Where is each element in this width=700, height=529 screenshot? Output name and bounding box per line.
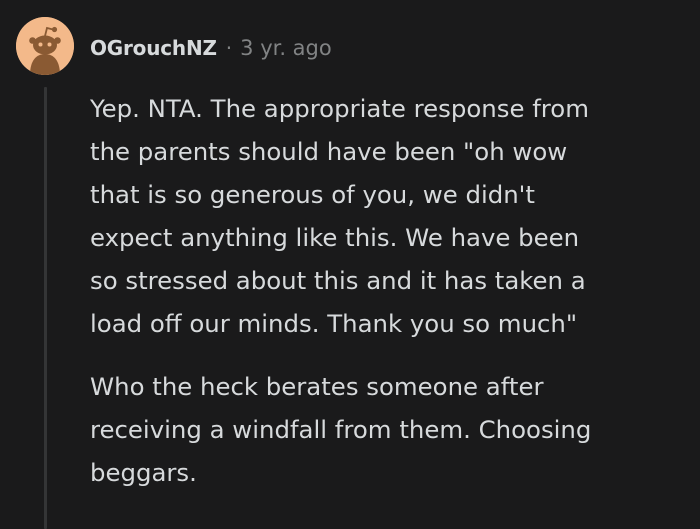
comment: OGrouchNZ · 3 yr. ago Yep. NTA. The appr… bbox=[0, 0, 700, 529]
comment-line: Yep. NTA. The appropriate response from bbox=[90, 94, 589, 123]
comment-paragraph: Who the heck berates someone after recei… bbox=[90, 365, 690, 494]
comment-line: so stressed about this and it has taken … bbox=[90, 266, 586, 295]
comment-line: the parents should have been "oh wow bbox=[90, 137, 568, 166]
meta-separator: · bbox=[225, 36, 233, 60]
comment-line: that is so generous of you, we didn't bbox=[90, 180, 535, 209]
thread-collapse-line[interactable] bbox=[44, 87, 47, 529]
user-avatar[interactable] bbox=[16, 17, 74, 75]
comment-line: expect anything like this. We have been bbox=[90, 223, 580, 252]
comment-paragraph: Yep. NTA. The appropriate response from … bbox=[90, 87, 690, 345]
snoo-avatar-icon bbox=[16, 17, 74, 75]
timestamp-link[interactable]: 3 yr. ago bbox=[240, 36, 332, 60]
comment-meta: OGrouchNZ · 3 yr. ago bbox=[90, 33, 332, 63]
comment-line: receiving a windfall from them. Choosing bbox=[90, 415, 592, 444]
comment-body: Yep. NTA. The appropriate response from … bbox=[90, 87, 690, 494]
comment-line: Who the heck berates someone after bbox=[90, 372, 544, 401]
username-link[interactable]: OGrouchNZ bbox=[90, 36, 217, 60]
comment-line: beggars. bbox=[90, 458, 197, 487]
comment-line: load off our minds. Thank you so much" bbox=[90, 309, 578, 338]
